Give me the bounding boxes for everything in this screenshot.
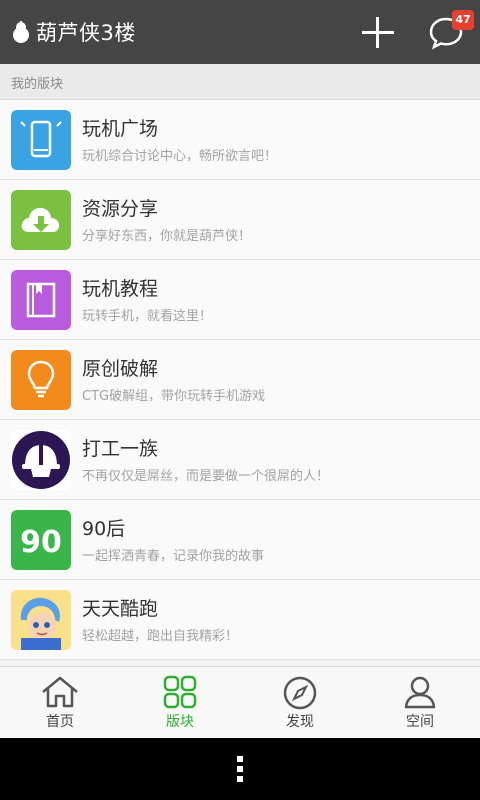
grid-icon — [163, 675, 197, 709]
board-name: 资源分享 — [82, 198, 159, 220]
board-desc: 玩机综合讨论中心，畅所欲言吧！ — [82, 149, 278, 164]
board-desc: 不再仅仅是屌丝，而是要做一个很屌的人！ — [82, 469, 330, 484]
nav-label: 首页 — [46, 714, 74, 730]
board-name: 玩机教程 — [82, 278, 159, 300]
board-desc: 玩转手机，就看这里！ — [82, 309, 213, 324]
lightbulb-icon — [11, 350, 71, 410]
cloud-download-icon — [11, 190, 71, 250]
nav-label: 版块 — [166, 714, 194, 730]
worker-helmet-icon — [11, 430, 71, 490]
bottom-navigation: 首页 版块 发现 空间 — [0, 666, 480, 738]
system-nav-bar — [0, 738, 480, 800]
app-title: 葫芦侠3楼 — [36, 21, 136, 45]
nav-tab-home[interactable]: 首页 — [0, 667, 120, 738]
nav-tab-boards[interactable]: 版块 — [120, 667, 240, 738]
board-list: 玩机广场 玩机综合讨论中心，畅所欲言吧！ 资源分享 分享好东西，你就是葫芦侠！ … — [0, 100, 480, 660]
nav-label: 发现 — [286, 714, 314, 730]
board-item-parkour[interactable]: 天天酷跑 轻松超越，跑出自我精彩！ — [0, 580, 480, 660]
plus-icon[interactable] — [358, 12, 398, 52]
board-item-tutorial[interactable]: 玩机教程 玩转手机，就看这里！ — [0, 260, 480, 340]
board-desc: 分享好东西，你就是葫芦侠！ — [82, 229, 252, 244]
board-name: 玩机广场 — [82, 118, 159, 140]
section-header: 我的版块 — [0, 64, 480, 100]
board-name: 打工一族 — [82, 438, 159, 460]
compass-icon — [283, 676, 317, 710]
nav-tab-discover[interactable]: 发现 — [240, 667, 360, 738]
board-item-crack[interactable]: 原创破解 CTG破解组，带你玩转手机游戏 — [0, 340, 480, 420]
message-count-badge: 47 — [452, 10, 474, 30]
book-icon — [11, 270, 71, 330]
person-icon — [404, 676, 436, 709]
top-bar: 葫芦侠3楼 47 — [0, 0, 480, 64]
board-desc: CTG破解组，带你玩转手机游戏 — [82, 389, 266, 404]
ninety-icon: 90 — [11, 510, 71, 570]
board-name: 天天酷跑 — [82, 598, 159, 620]
game-character-icon — [11, 590, 71, 650]
section-title: 我的版块 — [11, 77, 64, 92]
board-item-resource-share[interactable]: 资源分享 分享好东西，你就是葫芦侠！ — [0, 180, 480, 260]
home-icon — [42, 676, 78, 708]
board-item-workers[interactable]: 打工一族 不再仅仅是屌丝，而是要做一个很屌的人！ — [0, 420, 480, 500]
board-name: 90后 — [82, 518, 126, 540]
gourd-logo-icon — [8, 19, 34, 45]
board-item-post90s[interactable]: 90 90后 一起挥洒青春，记录你我的故事 — [0, 500, 480, 580]
board-desc: 轻松超越，跑出自我精彩！ — [82, 629, 239, 644]
nav-tab-space[interactable]: 空间 — [360, 667, 480, 738]
board-name: 原创破解 — [82, 358, 159, 380]
board-item-playground[interactable]: 玩机广场 玩机综合讨论中心，畅所欲言吧！ — [0, 100, 480, 180]
phone-icon — [11, 110, 71, 170]
svg-text:90: 90 — [20, 525, 62, 560]
nav-label: 空间 — [406, 714, 434, 730]
overflow-menu-icon[interactable] — [236, 756, 244, 784]
board-desc: 一起挥洒青春，记录你我的故事 — [82, 549, 265, 564]
